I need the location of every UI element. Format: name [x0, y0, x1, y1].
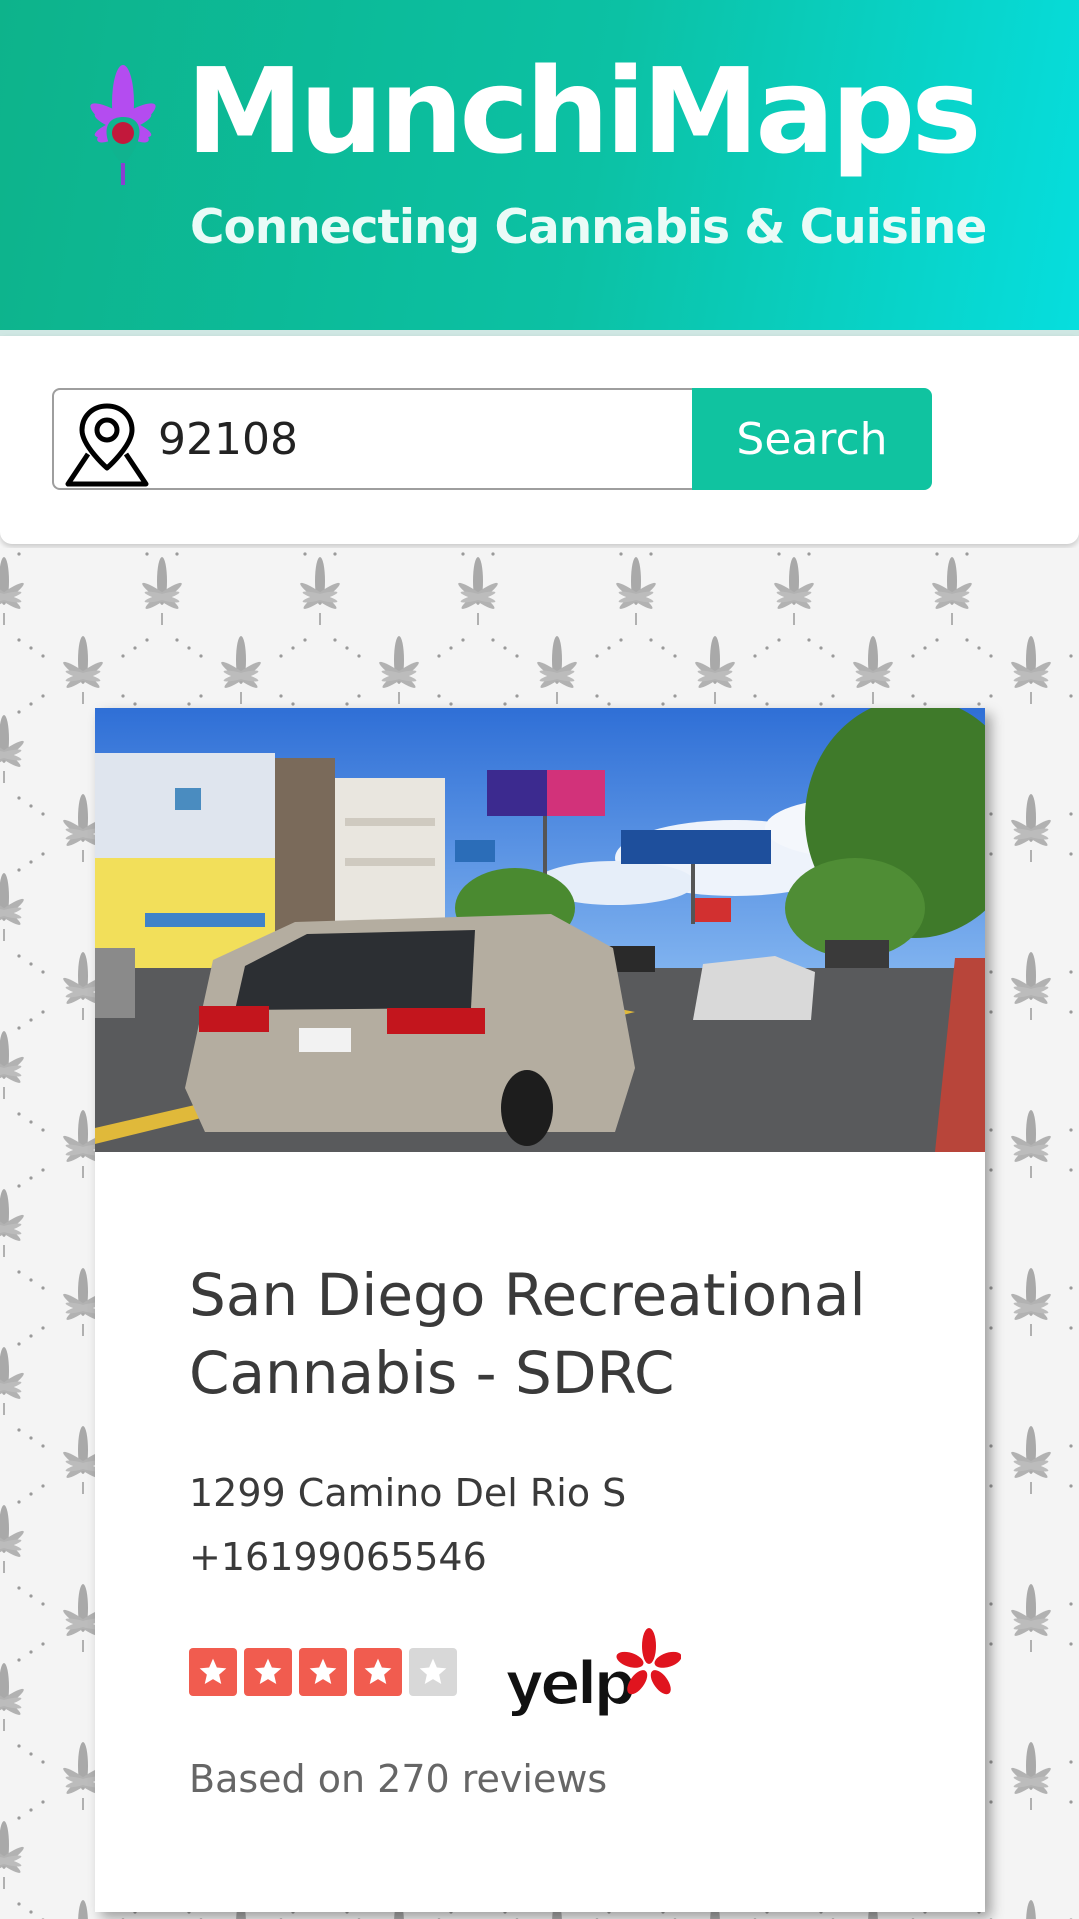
- app-header: MunchiMaps Connecting Cannabis & Cuisine: [0, 0, 1079, 330]
- search-button[interactable]: Search: [692, 388, 932, 490]
- svg-text:yelp: yelp: [505, 1649, 634, 1719]
- dispensary-result-card[interactable]: San Diego Recreational Cannabis - SDRC 1…: [95, 708, 985, 1912]
- star-icon: [299, 1648, 347, 1696]
- search-panel: Search: [0, 336, 1079, 544]
- review-count: Based on 270 reviews: [189, 1757, 608, 1801]
- zip-code-input[interactable]: [158, 404, 678, 474]
- dispensary-name[interactable]: San Diego Recreational Cannabis - SDRC: [189, 1256, 929, 1412]
- map-pin-icon: [65, 403, 149, 487]
- yelp-star-rating: [189, 1648, 457, 1696]
- yelp-logo-icon[interactable]: yelp: [501, 1624, 681, 1720]
- dispensary-address: 1299 Camino Del Rio S: [189, 1471, 627, 1515]
- cannabis-leaf-logo-icon[interactable]: [66, 64, 180, 186]
- star-icon: [244, 1648, 292, 1696]
- star-icon: [189, 1648, 237, 1696]
- star-empty-icon: [409, 1648, 457, 1696]
- dispensary-phone[interactable]: +16199065546: [189, 1538, 487, 1576]
- star-icon: [354, 1648, 402, 1696]
- dispensary-street-photo: [95, 708, 985, 1152]
- brand-title[interactable]: MunchiMaps: [186, 52, 982, 170]
- brand-tagline: Connecting Cannabis & Cuisine: [190, 200, 987, 255]
- zip-search-box[interactable]: [52, 388, 692, 490]
